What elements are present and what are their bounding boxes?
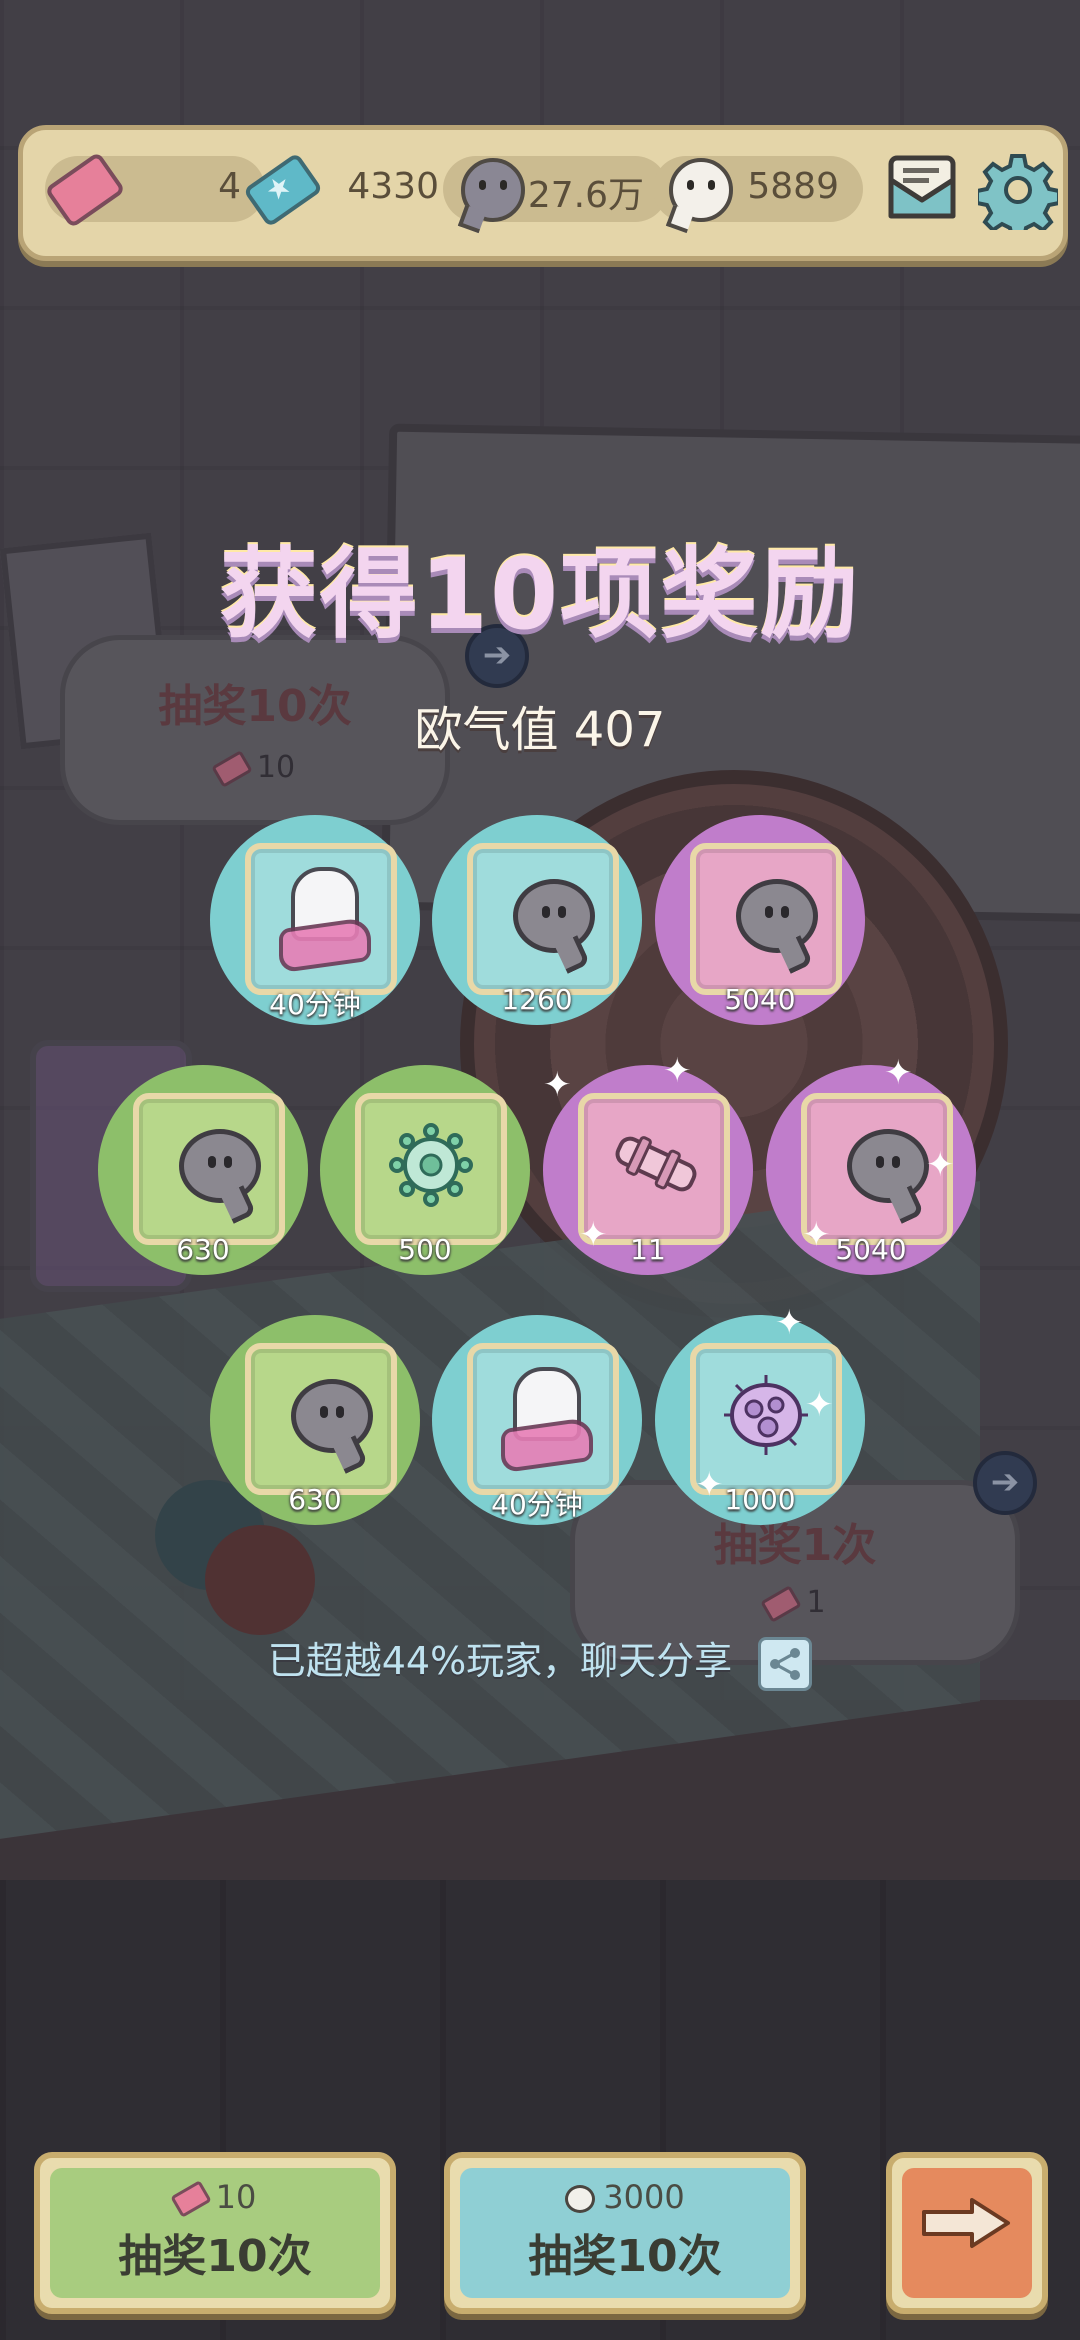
reward-amount: 500 xyxy=(398,1233,452,1266)
ghost-icon xyxy=(501,1367,593,1474)
ticket-pink-resource: 4 xyxy=(44,151,265,229)
mail-icon[interactable] xyxy=(883,148,965,230)
reward-amount: 1000 xyxy=(724,1483,796,1516)
reward-amount: 1260 xyxy=(501,983,573,1016)
reward-card xyxy=(245,843,397,995)
ticket-cyan-count: 4330 xyxy=(347,166,439,207)
grey-bubble-count: 27.6万 xyxy=(527,175,644,216)
white-bubble-count: 5889 xyxy=(747,166,839,207)
reward-amount: 630 xyxy=(176,1233,230,1266)
pink-ticket-icon xyxy=(44,150,126,230)
reward-item[interactable]: 1260 xyxy=(432,815,642,1025)
reward-item[interactable]: 630 xyxy=(98,1065,308,1275)
share-text: 已超越44%玩家，聊天分享 xyxy=(267,1639,733,1683)
sparkle-icon: ✦ xyxy=(663,1051,692,1091)
white-bubble-icon xyxy=(565,2185,596,2213)
ticket-cyan-resource: 4330 xyxy=(233,152,463,228)
sparkle-icon: ✦ xyxy=(695,1465,724,1505)
grey-bubble-icon xyxy=(453,150,533,230)
reward-item[interactable]: 630 xyxy=(210,1315,420,1525)
sparkle-icon: ✦ xyxy=(543,1065,572,1105)
virus-icon xyxy=(389,1123,473,1207)
share-icon[interactable] xyxy=(758,1636,813,1691)
reward-item[interactable]: 40分钟 xyxy=(210,815,420,1025)
reward-amount: 630 xyxy=(288,1483,342,1516)
tube-icon xyxy=(615,1136,697,1192)
sparkle-icon: ✦ xyxy=(802,1215,831,1255)
grey-bubble-icon xyxy=(179,1129,261,1203)
reward-card xyxy=(133,1093,285,1245)
reward-item[interactable]: 40分钟 xyxy=(432,1315,642,1525)
cyan-ticket-icon xyxy=(242,150,324,230)
next-button[interactable] xyxy=(886,2152,1048,2314)
white-bubble-icon xyxy=(661,150,741,230)
ticket-draw-label: 抽奖10次 xyxy=(118,2231,312,2282)
bubble-draw-label: 抽奖10次 xyxy=(528,2231,722,2282)
bubble-draw-10-button[interactable]: 3000 抽奖10次 xyxy=(444,2152,806,2314)
reward-card xyxy=(245,1343,397,1495)
reward-card xyxy=(467,1343,619,1495)
reward-amount: 5040 xyxy=(835,1233,907,1266)
ticket-draw-10-button[interactable]: 10 抽奖10次 xyxy=(34,2152,396,2314)
reward-item[interactable]: 5040 xyxy=(655,815,865,1025)
reward-card xyxy=(355,1093,507,1245)
resource-bar: 4 4330 27.6万 5889 xyxy=(18,125,1068,261)
reward-card xyxy=(467,843,619,995)
sparkle-icon: ✦ xyxy=(926,1145,955,1185)
sparkle-icon: ✦ xyxy=(579,1215,608,1255)
sparkle-icon: ✦ xyxy=(775,1303,804,1343)
share-row[interactable]: 已超越44%玩家，聊天分享 xyxy=(0,1630,1080,1691)
grey-bubble-icon xyxy=(736,879,818,953)
gear-icon[interactable] xyxy=(978,150,1058,230)
sparkle-icon: ✦ xyxy=(805,1385,834,1425)
grey-bubble-resource: 27.6万 xyxy=(443,156,668,222)
bubble-draw-cost: 3000 xyxy=(450,2178,800,2216)
reward-amount: 11 xyxy=(630,1233,666,1266)
ticket-draw-cost: 10 xyxy=(40,2178,390,2218)
result-title: 获得10项奖励 xyxy=(219,538,861,652)
grey-bubble-icon xyxy=(291,1379,373,1453)
reward-item[interactable]: 11 ✦ ✦ ✦ xyxy=(543,1051,753,1275)
ghost-icon xyxy=(279,867,371,974)
grey-bubble-icon xyxy=(847,1129,929,1203)
reward-amount: 40分钟 xyxy=(491,1488,583,1521)
luck-value: 欧气值 407 xyxy=(414,702,666,758)
reward-amount: 5040 xyxy=(724,983,796,1016)
reward-item[interactable]: 500 xyxy=(320,1065,530,1275)
reward-amount: 40分钟 xyxy=(269,988,361,1021)
sparkle-icon: ✦ xyxy=(884,1053,913,1093)
reward-card xyxy=(690,843,842,995)
reward-item[interactable]: 1000 ✦ ✦ ✦ xyxy=(655,1303,865,1525)
germ-icon xyxy=(724,1375,808,1455)
arrow-right-icon xyxy=(922,2198,1010,2248)
pink-ticket-icon xyxy=(169,2180,212,2218)
white-bubble-resource: 5889 xyxy=(653,156,863,222)
grey-bubble-icon xyxy=(513,879,595,953)
reward-item[interactable]: 5040 ✦ ✦ ✦ xyxy=(766,1053,976,1275)
